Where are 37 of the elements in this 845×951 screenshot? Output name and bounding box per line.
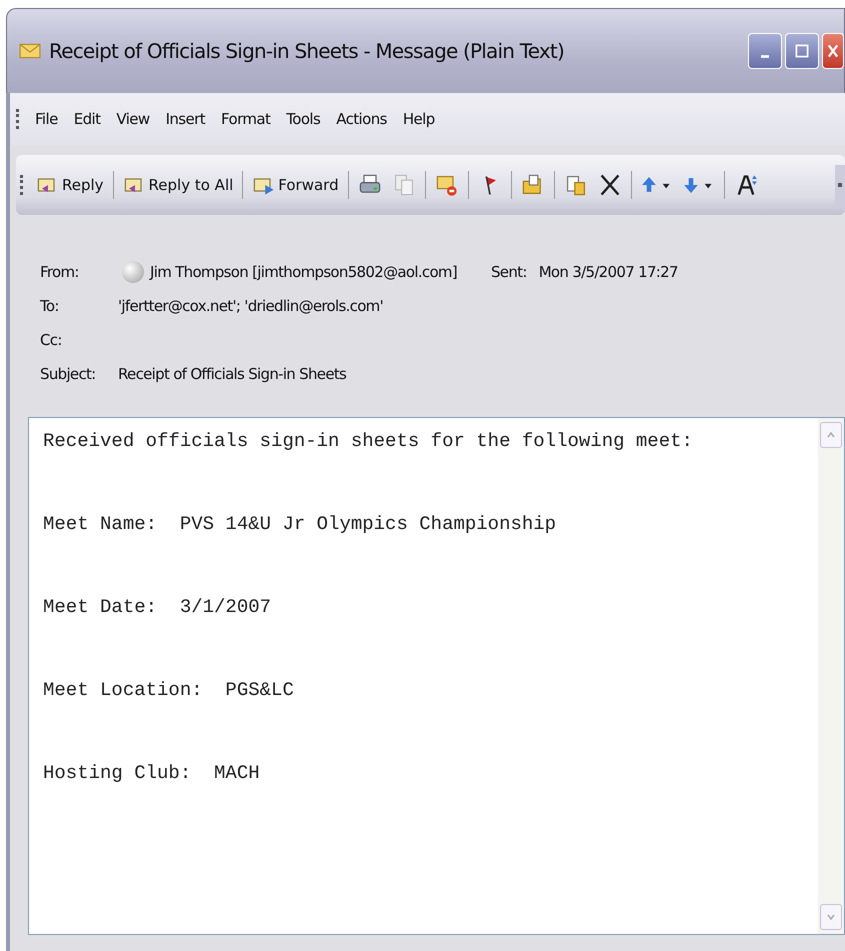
field-label: Cc: bbox=[40, 331, 63, 349]
body-line: Received officials sign-in sheets for the following meet: bbox=[43, 430, 694, 452]
menu-item[interactable]: Tools bbox=[279, 108, 328, 130]
body-line: Meet Location: PGS&LC bbox=[43, 679, 295, 701]
menu-item[interactable]: Actions bbox=[329, 108, 394, 130]
reply-all-button[interactable]: Reply to All bbox=[118, 169, 238, 201]
envelope-icon bbox=[19, 42, 41, 60]
grip-icon bbox=[16, 109, 22, 129]
overflow-icon[interactable] bbox=[835, 165, 845, 205]
menu-item[interactable]: Help bbox=[396, 108, 442, 130]
window-title: Receipt of Officials Sign-in Sheets - Message (Plain Text) bbox=[49, 39, 565, 63]
field-label: To: bbox=[40, 297, 60, 315]
body-line: Hosting Club: MACH bbox=[43, 762, 261, 784]
subject-text: Receipt of Officials Sign-in Sheets bbox=[118, 365, 346, 383]
recipients: 'jfertter@cox.net'; 'driedlin@erols.com' bbox=[118, 297, 384, 315]
field-label: Sent: bbox=[490, 263, 527, 281]
body-line: Meet Name: PVS 14&U Jr Olympics Championship bbox=[43, 513, 558, 535]
forward-button[interactable]: Forward bbox=[248, 169, 343, 201]
sent-date: Mon 3/5/2007 17:27 bbox=[538, 263, 678, 281]
presence-icon bbox=[122, 261, 144, 283]
body-line: Meet Date: 3/1/2007 bbox=[43, 596, 272, 618]
menu-item[interactable]: View bbox=[109, 108, 157, 130]
close-button[interactable] bbox=[822, 33, 844, 69]
sender-name: Jim Thompson [jimthompson5802@aol.com] bbox=[150, 263, 457, 281]
field-label: Subject: bbox=[40, 365, 97, 383]
menu-item[interactable]: File bbox=[28, 108, 65, 130]
close-icon bbox=[826, 44, 840, 58]
reply-button[interactable]: Reply bbox=[32, 169, 108, 201]
minimize-button[interactable] bbox=[748, 33, 782, 69]
minimize-icon bbox=[761, 54, 769, 58]
maximize-button[interactable] bbox=[785, 33, 819, 69]
menu-item[interactable]: Edit bbox=[66, 108, 108, 130]
menu-item[interactable]: Insert bbox=[158, 108, 212, 130]
menu-item[interactable]: Format bbox=[214, 108, 278, 130]
maximize-icon bbox=[795, 44, 809, 58]
grip-icon bbox=[20, 175, 26, 195]
field-label: From: bbox=[40, 263, 80, 281]
